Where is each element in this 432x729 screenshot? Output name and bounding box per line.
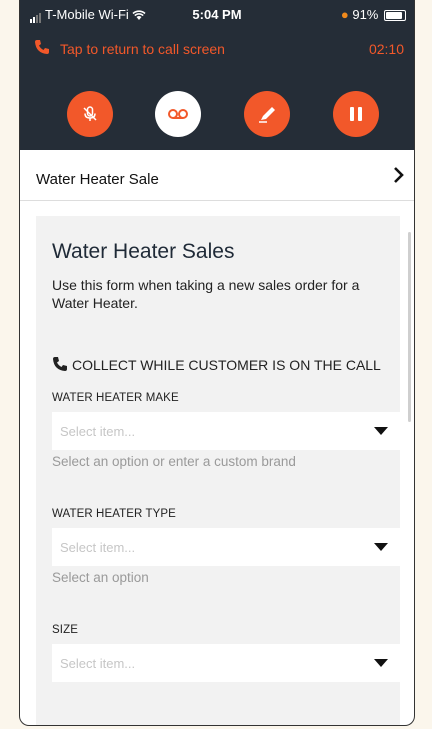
form-description: Use this form when taking a new sales or…: [52, 277, 360, 311]
size-label: SIZE: [52, 624, 78, 636]
chevron-right-icon: [392, 164, 406, 190]
call-header: T-Mobile Wi-Fi 5:04 PM ● 91% Tap to retu…: [20, 0, 414, 150]
notes-button[interactable]: [244, 91, 290, 137]
water-heater-type-select[interactable]: Select item...: [52, 528, 400, 566]
scrollbar[interactable]: [408, 232, 411, 422]
caret-down-icon: [374, 543, 388, 551]
caret-down-icon: [374, 659, 388, 667]
return-to-call-label: Tap to return to call screen: [60, 41, 225, 57]
caret-down-icon: [374, 427, 388, 435]
voicemail-icon: [168, 109, 188, 119]
water-heater-make-hint: Select an option or enter a custom brand: [52, 454, 296, 469]
battery-icon: [384, 10, 406, 22]
voicemail-button[interactable]: [155, 91, 201, 137]
select-placeholder: Select item...: [60, 424, 136, 439]
phone-icon: [34, 39, 50, 60]
breadcrumb-title: Water Heater Sale: [36, 171, 159, 188]
microphone-off-icon: [83, 106, 97, 121]
collect-note: COLLECT WHILE CUSTOMER IS ON THE CALL: [52, 356, 381, 373]
battery-percent: 91%: [352, 7, 379, 22]
battery-indicator: ● 91%: [341, 7, 406, 22]
select-placeholder: Select item...: [60, 540, 136, 555]
select-placeholder: Select item...: [60, 656, 136, 671]
water-heater-type-hint: Select an option: [52, 570, 149, 585]
status-bar: T-Mobile Wi-Fi 5:04 PM ● 91%: [20, 0, 414, 28]
pen-icon: [259, 107, 275, 123]
hold-button[interactable]: [333, 91, 379, 137]
form-card: Water Heater Sales Use this form when ta…: [36, 216, 400, 725]
water-heater-make-select[interactable]: Select item...: [52, 412, 400, 450]
water-heater-make-label: WATER HEATER MAKE: [52, 392, 179, 404]
form-title: Water Heater Sales: [52, 240, 235, 263]
breadcrumb[interactable]: Water Heater Sale: [20, 150, 414, 201]
collect-note-label: COLLECT WHILE CUSTOMER IS ON THE CALL: [72, 357, 381, 373]
phone-icon: [53, 357, 67, 371]
dot-icon: ●: [340, 7, 349, 22]
phone-frame: T-Mobile Wi-Fi 5:04 PM ● 91% Tap to retu…: [19, 0, 415, 726]
mute-button[interactable]: [67, 91, 113, 137]
return-to-call-banner[interactable]: Tap to return to call screen 02:10: [20, 38, 414, 62]
call-actions: [20, 91, 414, 137]
pause-icon: [350, 107, 362, 121]
water-heater-type-label: WATER HEATER TYPE: [52, 508, 176, 520]
call-timer: 02:10: [368, 41, 404, 57]
size-select[interactable]: Select item...: [52, 644, 400, 682]
